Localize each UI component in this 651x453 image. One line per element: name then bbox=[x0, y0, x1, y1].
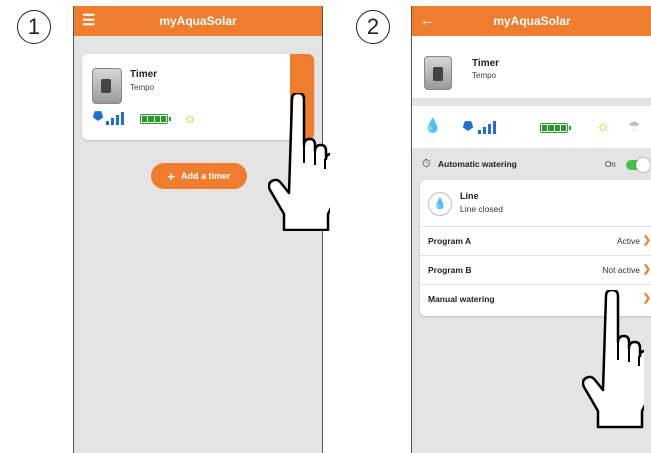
water-drop-icon: 💧 bbox=[424, 117, 442, 133]
battery-icon bbox=[540, 123, 571, 133]
device-name: Timer bbox=[130, 69, 158, 80]
rain-icon: ☂ bbox=[628, 118, 641, 134]
timer-icon: ⏱ bbox=[422, 158, 431, 170]
menu-icon[interactable]: ☰ bbox=[82, 12, 95, 30]
line-name: Line bbox=[460, 191, 479, 201]
signal-strength-icon bbox=[106, 112, 124, 125]
program-b-label: Program B bbox=[428, 264, 472, 275]
sun-icon: ☼ bbox=[596, 118, 610, 135]
plus-icon: + bbox=[167, 168, 176, 184]
app-bar: ← myAquaSolar bbox=[412, 6, 651, 36]
automatic-watering-label: Automatic watering bbox=[438, 159, 517, 169]
program-a-label: Program A bbox=[428, 235, 472, 246]
manual-watering-label: Manual watering bbox=[428, 293, 495, 304]
program-b-row[interactable]: Program B Not active ❯ bbox=[420, 255, 651, 283]
app-bar: ☰ myAquaSolar bbox=[74, 6, 322, 36]
timer-device-image bbox=[424, 56, 452, 90]
back-arrow-icon[interactable]: ← bbox=[420, 12, 435, 30]
step-1-badge: 1 bbox=[17, 10, 51, 44]
device-name: Timer bbox=[472, 58, 500, 69]
pointing-hand-icon bbox=[268, 93, 330, 231]
device-status-bar: 💧 ⯂ ☼ ☂ bbox=[412, 106, 651, 148]
battery-icon bbox=[140, 114, 171, 124]
bluetooth-icon: ⯂ bbox=[462, 119, 473, 134]
chevron-right-icon: ❯ bbox=[642, 235, 651, 246]
signal-strength-icon bbox=[478, 121, 496, 134]
device-model: Tempo bbox=[472, 71, 497, 80]
program-a-row[interactable]: Program A Active ❯ bbox=[420, 226, 651, 254]
line-status: Line closed bbox=[460, 204, 504, 214]
add-timer-button[interactable]: + Add a timer bbox=[151, 163, 247, 189]
device-header: Timer Tempo bbox=[412, 36, 651, 98]
program-a-status: Active bbox=[616, 235, 640, 246]
chevron-right-icon: ❯ bbox=[642, 264, 651, 275]
bluetooth-icon: ⯂ bbox=[92, 109, 103, 124]
sun-icon: ☼ bbox=[183, 110, 197, 127]
program-b-status: Not active bbox=[602, 264, 640, 275]
water-drop-icon: 💧 bbox=[428, 192, 452, 216]
automatic-watering-state: On bbox=[605, 160, 616, 169]
add-timer-label: Add a timer bbox=[181, 171, 231, 181]
step-2-badge: 2 bbox=[356, 10, 390, 44]
device-model: Tempo bbox=[130, 83, 155, 92]
app-title: myAquaSolar bbox=[159, 14, 237, 28]
app-title: myAquaSolar bbox=[493, 14, 571, 28]
automatic-watering-toggle[interactable] bbox=[626, 158, 650, 172]
pointing-hand-icon bbox=[582, 290, 644, 429]
timer-device-image bbox=[92, 68, 122, 104]
